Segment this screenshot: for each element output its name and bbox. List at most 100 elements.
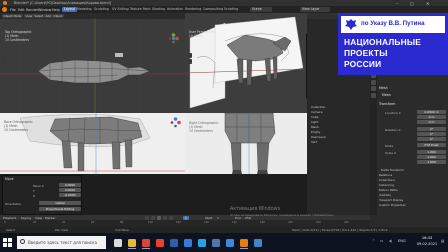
location-y-field[interactable]: 0 m [417,115,446,120]
rotation-y-field[interactable]: 0° [417,132,446,137]
taskbar-app-vk[interactable] [210,236,222,249]
select-menu[interactable]: Select [33,14,45,18]
viewport-display-section[interactable]: Viewport Display [379,198,403,202]
prev-keyframe-icon[interactable] [151,215,155,220]
menu-edit[interactable]: Edit [18,8,25,12]
object-name-field[interactable]: Mesh [379,86,388,90]
playback-menu[interactable]: Playback [3,216,16,220]
object-menu[interactable]: Object [52,14,65,18]
jump-end-icon[interactable] [169,215,173,220]
menu-file[interactable]: File [10,8,16,12]
logo-line-1: НАЦИОНАЛЬНЫЕ [344,37,422,47]
outliner-item[interactable]: Vert [311,140,369,144]
custom-properties-section[interactable]: Custom Properties [379,203,406,207]
taskbar-app-mail[interactable] [182,236,194,249]
grid-units: 10 Centimeters [5,38,29,43]
language-indicator[interactable]: ENG [398,239,406,243]
taskbar-app-photos[interactable] [224,236,236,249]
volume-icon[interactable]: ◂) [389,239,392,243]
next-keyframe-icon[interactable] [163,215,167,220]
location-x-field[interactable]: 0.0000 m [417,110,446,115]
orientation-dropdown[interactable]: Global [39,201,81,205]
navigation-gizmo-icon[interactable] [170,117,181,128]
data-tab-icon[interactable] [371,86,376,91]
workspace-tab-modeling[interactable]: Modeling [75,7,94,12]
menu-window[interactable]: Window [38,8,51,12]
move-tool-icon[interactable] [2,65,7,70]
delta-transform-section[interactable]: Delta Transform [381,168,404,172]
select-tool-icon[interactable] [2,53,7,58]
outliner-item[interactable]: Collection [311,105,369,109]
taskbar-search-box[interactable]: Введите здесь текст для поиска [17,236,106,249]
windows-start-icon[interactable] [3,238,12,247]
scale-y-field[interactable]: 1.000 [417,155,446,160]
viewport-user-perspective[interactable]: User Perspective (1) Mesh [185,13,307,113]
mode-selector[interactable]: Object Mode [2,14,23,18]
visibility-section[interactable]: Visibility [379,193,391,197]
viewport-top-orthographic[interactable]: Object Mode View Select Add Object Top O… [0,13,185,113]
outliner-item[interactable]: Camera [311,110,369,114]
taskbar-app-word[interactable] [168,236,180,249]
view-layer-selector[interactable]: View Layer [300,7,330,12]
cow-reference-images [185,16,307,109]
outliner-item[interactable]: Light [311,120,369,124]
move-y-field[interactable]: 0.0000 [58,188,81,192]
navigation-gizmo-icon[interactable] [168,33,179,44]
minimize-button[interactable]: – [396,1,398,6]
taskbar-app-blender[interactable] [238,236,250,249]
clock-date: 09.02.2021 [416,241,438,246]
outliner-item[interactable]: Картинка [311,135,369,139]
taskbar-app-yandex[interactable] [154,236,166,249]
taskbar-app-task-view[interactable] [112,236,124,249]
motion-paths-section[interactable]: Motion Paths [379,188,398,192]
taskbar-app-chrome[interactable] [140,236,152,249]
scene-selector[interactable]: Scene [250,7,272,12]
tray-chevron-icon[interactable]: ⌃ [372,239,375,243]
close-button[interactable]: ✕ [426,1,429,6]
transform-section-header[interactable]: Transform [379,102,395,106]
play-icon[interactable] [157,215,161,220]
rotation-z-field[interactable]: 0° [417,137,446,142]
menu-render[interactable]: Render [26,8,38,12]
move-z-field[interactable]: -0.0004 [58,193,81,197]
cursor-tool-icon[interactable] [2,59,7,64]
rotation-x-field[interactable]: 0° [417,127,446,132]
view-menu[interactable]: View [35,216,42,220]
notifications-icon[interactable]: ▤ [441,239,444,243]
network-icon[interactable]: ▭ [380,239,383,243]
outliner-item[interactable]: Empty [311,130,369,134]
relations-section[interactable]: Relations [379,173,392,177]
constraints-tab-icon[interactable] [371,79,376,85]
location-z-field[interactable]: 0 m [417,120,446,125]
outliner-item[interactable]: Cube [311,115,369,119]
instancing-section[interactable]: Instancing [379,183,394,187]
taskbar-clock[interactable]: 16:43 09.02.2021 [415,236,439,247]
keying-menu[interactable]: Keying [21,216,31,220]
move-x-field[interactable]: 0.0000 [58,183,81,187]
rotation-mode-dropdown[interactable]: XYZ Euler [417,143,446,148]
scale-x-field[interactable]: 1.000 [417,150,446,155]
viewport-right-orthographic[interactable]: Right Orthographic (1) Mesh 10 Centimete… [185,113,307,174]
current-frame-field[interactable]: 1 [183,215,189,220]
start-frame-label: Start [205,215,213,220]
timeline-ruler[interactable]: 0 20 40 60 80 100 120 140 160 180 200 22… [0,220,370,227]
workspace-tab-scripting[interactable]: Scripting [222,7,240,12]
menu-help[interactable]: Help [52,8,60,12]
select-tool-icon[interactable] [187,53,192,58]
marker-menu[interactable]: Marker [45,216,55,220]
blender-logo-icon[interactable] [2,7,7,12]
workspace-tab-sculpting[interactable]: Sculpting [92,7,111,12]
taskbar-app-skype[interactable] [196,236,208,249]
workspace-tab-texture-paint[interactable]: Texture Paint [128,7,153,12]
move-tool-icon[interactable] [187,59,192,64]
start-frame-field[interactable]: 1 [217,216,219,220]
maximize-button[interactable]: □ [410,1,414,6]
proportional-editing-toggle[interactable]: Proportional Editing [39,207,81,211]
material-tab-icon[interactable] [371,92,376,98]
outliner-item[interactable]: Mesh [311,125,369,129]
taskbar-app-store[interactable] [252,236,264,249]
taskbar-app-explorer[interactable] [126,236,138,249]
collections-section[interactable]: Collections [379,178,395,182]
scale-z-field[interactable]: 1.000 [417,160,446,165]
jump-start-icon[interactable] [145,215,149,220]
